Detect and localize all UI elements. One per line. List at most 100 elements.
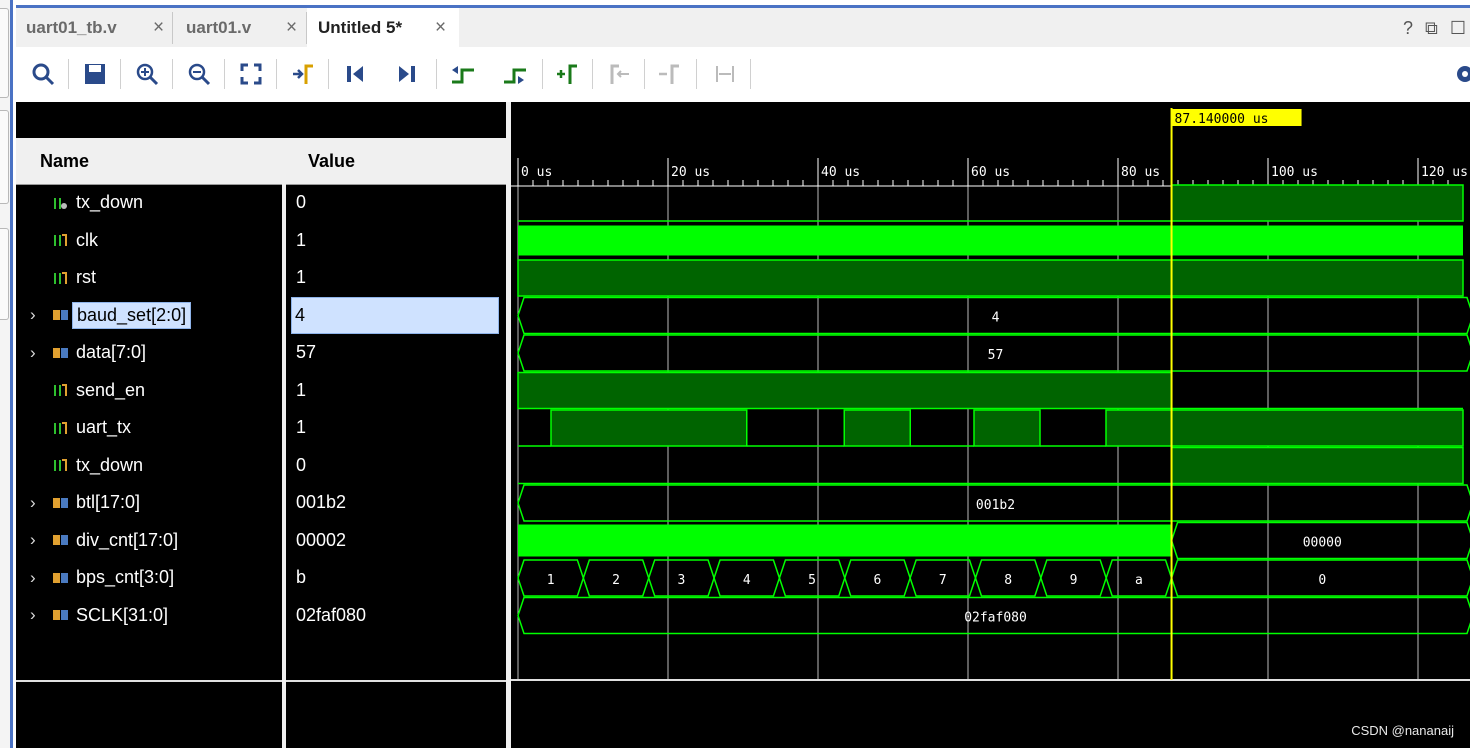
- signal-row[interactable]: › btl[17:0]: [16, 484, 282, 521]
- signal-row[interactable]: › div_cnt[17:0]: [16, 522, 282, 559]
- signal-value-row[interactable]: 0: [286, 184, 506, 221]
- tick-label: 20 us: [671, 165, 710, 180]
- expand-chevron-icon[interactable]: ›: [30, 605, 36, 625]
- previous-marker-icon[interactable]: [606, 61, 632, 87]
- waveform-area[interactable]: 0 us 20 us 40 us 60 us 80 us 100 us 120 us 4 57 0…: [511, 102, 1470, 748]
- expand-chevron-icon[interactable]: ›: [30, 530, 36, 550]
- waveform-canvas[interactable]: 0 us 20 us 40 us 60 us 80 us 100 us 120 us4570…: [511, 102, 1470, 748]
- signal-value: 001b2: [296, 492, 347, 512]
- expand-chevron-icon[interactable]: ›: [30, 568, 36, 588]
- next-marker-icon[interactable]: [656, 61, 682, 87]
- signal-icon: [52, 457, 68, 473]
- names-panel: Name tx_down clk rst › baud_set[2:0] › data[7:…: [16, 102, 282, 748]
- bus-value-label: 4: [743, 573, 751, 588]
- expand-chevron-icon[interactable]: ›: [30, 305, 36, 325]
- add-marker-icon[interactable]: [554, 61, 580, 87]
- expand-chevron-icon[interactable]: ›: [30, 343, 36, 363]
- maximize-icon[interactable]: ☐: [1450, 18, 1466, 39]
- next-transition-icon[interactable]: [502, 61, 528, 87]
- adjacent-panel-box: [0, 8, 9, 98]
- column-label: Value: [308, 150, 356, 171]
- bus-value-label: 3: [677, 573, 685, 588]
- expand-chevron-icon[interactable]: ›: [30, 493, 36, 513]
- tab-bar: uart01_tb.v × uart01.v × Untitled 5* × ?…: [16, 5, 1470, 47]
- signal-row[interactable]: › bps_cnt[3:0]: [16, 559, 282, 596]
- signal-value-row[interactable]: 02faf080: [286, 597, 506, 634]
- signal-value-row[interactable]: b: [286, 559, 506, 596]
- signal-value-row[interactable]: 1: [286, 372, 506, 409]
- go-to-start-icon[interactable]: [342, 61, 368, 87]
- close-icon[interactable]: ×: [435, 17, 446, 39]
- value-column-header[interactable]: Value: [286, 138, 506, 185]
- signal-row[interactable]: clk: [16, 222, 282, 259]
- signal-name: data[7:0]: [76, 342, 147, 362]
- close-icon[interactable]: ×: [153, 17, 164, 39]
- high-level: [517, 371, 1173, 410]
- signal-value-row[interactable]: 1: [286, 259, 506, 296]
- bus-value-label: 9: [1070, 573, 1078, 588]
- bus-value-label: 8: [1004, 573, 1012, 588]
- zoom-in-icon[interactable]: [134, 61, 160, 87]
- zoom-fit-icon[interactable]: [238, 61, 264, 87]
- signal-row[interactable]: send_en: [16, 372, 282, 409]
- settings-icon[interactable]: [1452, 61, 1470, 87]
- signal-value-row[interactable]: 4: [291, 296, 499, 334]
- zoom-out-icon[interactable]: [186, 61, 212, 87]
- signal-row[interactable]: rst: [16, 259, 282, 296]
- go-to-end-icon[interactable]: [394, 61, 420, 87]
- bus-value-label: 57: [988, 348, 1004, 363]
- save-icon[interactable]: [82, 61, 108, 87]
- values-panel: Value 0 1 1 4 57 1 1 0 001b2 00002 b 02faf080: [286, 102, 506, 748]
- swap-cursors-icon[interactable]: [712, 61, 738, 87]
- tick-label: 120 us: [1421, 165, 1468, 180]
- go-to-cursor-icon[interactable]: [290, 61, 316, 87]
- signal-row[interactable]: tx_down: [16, 447, 282, 484]
- signal-value: 4: [295, 304, 306, 325]
- restore-icon[interactable]: ⧉: [1425, 18, 1438, 39]
- name-column-header[interactable]: Name: [16, 138, 282, 185]
- tab-untitled-5[interactable]: Untitled 5* ×: [307, 8, 459, 47]
- signal-value-row[interactable]: 1: [286, 409, 506, 446]
- bus-icon: [52, 570, 68, 586]
- signal-value: 0: [296, 454, 307, 475]
- signal-value-row[interactable]: 1: [286, 222, 506, 259]
- signal-name: tx_down: [76, 192, 144, 212]
- high-level: [517, 259, 1464, 297]
- adjacent-panel-box: [0, 110, 9, 204]
- tab-uart01-tb[interactable]: uart01_tb.v ×: [16, 8, 174, 47]
- signal-icon: [52, 270, 68, 286]
- tick-label: 80 us: [1121, 165, 1160, 180]
- high-level: [1170, 446, 1464, 485]
- previous-transition-icon[interactable]: [450, 61, 476, 87]
- signal-row[interactable]: uart_tx: [16, 409, 282, 446]
- high-level: [843, 409, 911, 447]
- signal-row[interactable]: › baud_set[2:0]: [16, 297, 282, 334]
- signal-value-row[interactable]: 001b2: [286, 484, 506, 521]
- signal-value: 1: [296, 229, 307, 250]
- tick-label: 40 us: [821, 165, 860, 180]
- signal-row[interactable]: › data[7:0]: [16, 334, 282, 371]
- signal-row[interactable]: tx_down: [16, 184, 282, 221]
- signal-icon: [52, 420, 68, 436]
- tab-label: uart01_tb.v: [26, 17, 117, 37]
- bus-value-label: 02faf080: [964, 611, 1027, 626]
- close-icon[interactable]: ×: [286, 17, 297, 39]
- waveform-toolbar: [16, 47, 1470, 102]
- signal-value: 00002: [296, 529, 347, 550]
- bus-value-label: 6: [874, 573, 882, 588]
- signal-row[interactable]: › SCLK[31:0]: [16, 597, 282, 634]
- signal-name: SCLK[31:0]: [76, 604, 169, 625]
- help-icon[interactable]: ?: [1403, 18, 1413, 39]
- signal-value-row[interactable]: 00002: [286, 522, 506, 559]
- bus-value-label: 4: [992, 311, 1000, 326]
- signal-value: b: [296, 567, 307, 587]
- search-icon[interactable]: [30, 61, 56, 87]
- tab-uart01[interactable]: uart01.v ×: [174, 8, 306, 47]
- signal-value-row[interactable]: 0: [286, 447, 506, 484]
- bus-icon: [52, 307, 68, 323]
- divider: [16, 680, 282, 682]
- bus-value-label: 0: [1318, 573, 1326, 588]
- signal-value-row[interactable]: 57: [286, 334, 506, 371]
- signal-name: send_en: [76, 379, 146, 400]
- signal-name: baud_set[2:0]: [72, 301, 192, 329]
